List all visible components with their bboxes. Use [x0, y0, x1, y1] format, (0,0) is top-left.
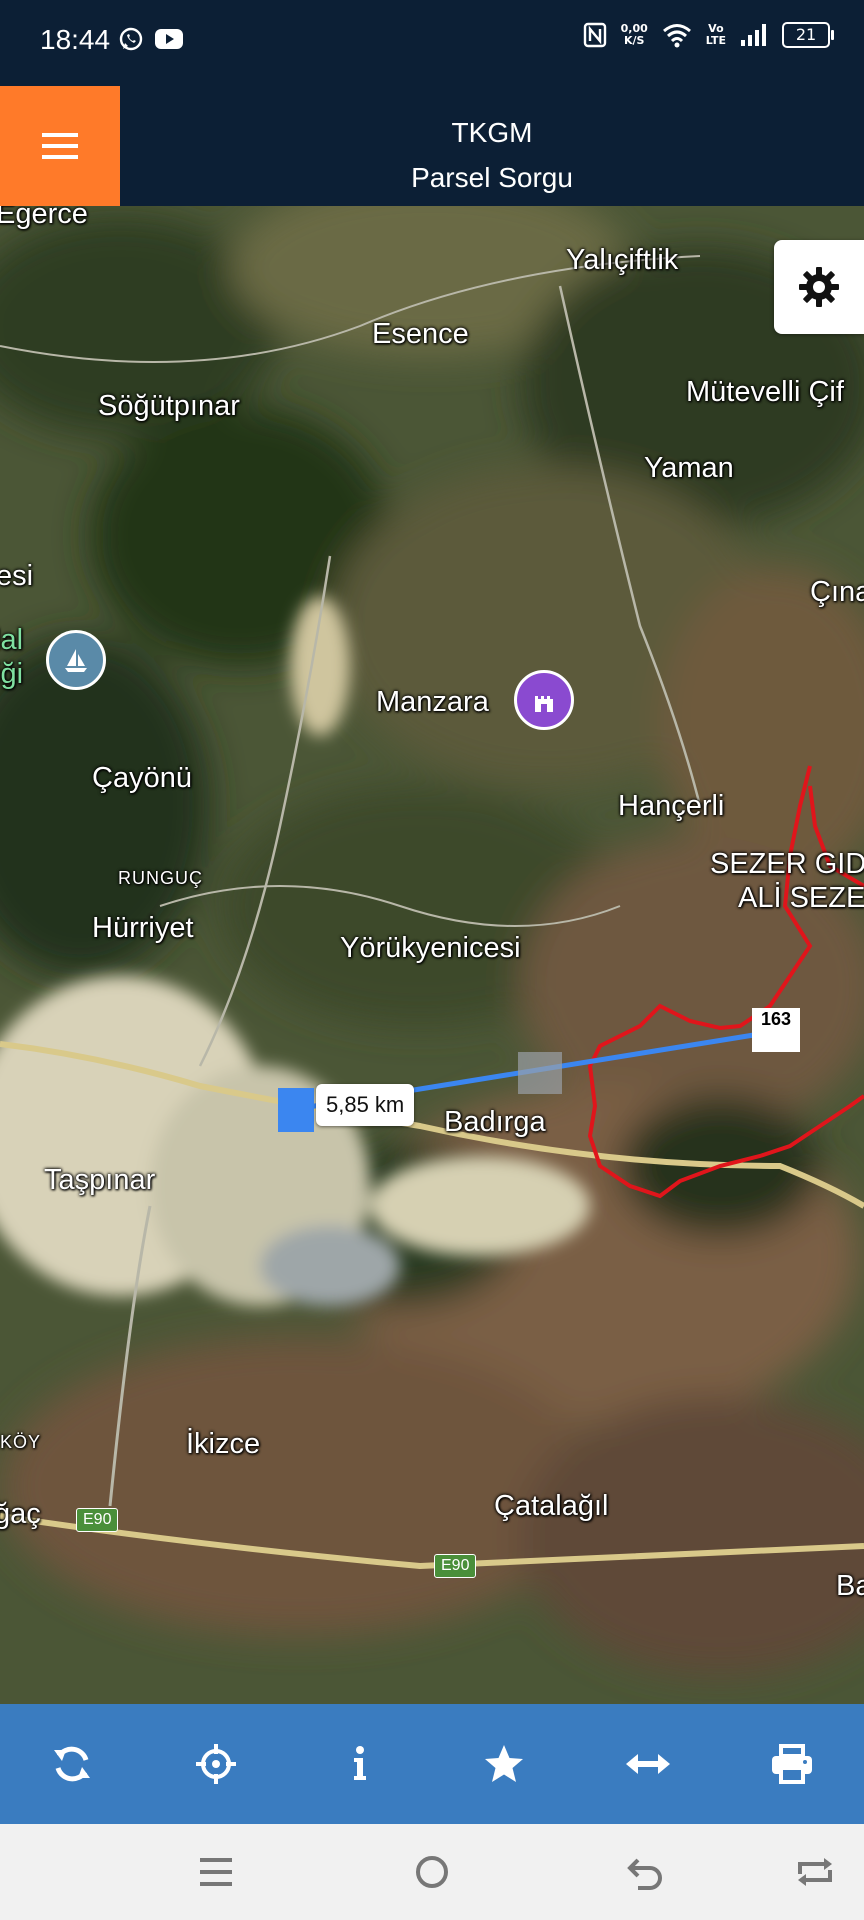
volte-icon: Vo LTE	[705, 22, 726, 47]
signal-icon	[741, 24, 766, 46]
star-icon	[485, 1745, 523, 1782]
sailboat-icon	[65, 649, 87, 672]
place-label: ALİ SEZE	[738, 882, 864, 914]
place-label: RUNGUÇ	[118, 868, 203, 888]
app-subtitle: Parsel Sorgu	[411, 162, 573, 193]
system-nav-bar	[0, 1824, 864, 1920]
place-label: Ba	[836, 1570, 864, 1602]
data-speed: 0,00 K/S	[620, 22, 648, 47]
map-settings-button[interactable]	[774, 240, 864, 334]
place-label: Mütevelli Çif	[686, 376, 844, 408]
poi-marker[interactable]	[46, 630, 106, 690]
place-label: Çına	[810, 576, 864, 608]
rotate-button[interactable]	[794, 1852, 836, 1896]
road-badge: E90	[76, 1508, 119, 1532]
refresh-icon	[54, 1746, 90, 1782]
locate-button[interactable]	[144, 1704, 288, 1824]
recent-apps-icon	[200, 1858, 232, 1886]
refresh-button[interactable]	[0, 1704, 144, 1824]
back-button[interactable]	[626, 1852, 666, 1896]
app-title: TKGM	[451, 117, 533, 148]
place-label: Çatalağıl	[494, 1490, 609, 1522]
place-label: Hürriyet	[92, 912, 194, 944]
poi-marker[interactable]	[514, 670, 574, 730]
favorite-button[interactable]	[432, 1704, 576, 1824]
info-icon	[354, 1746, 366, 1780]
place-label: SEZER GID	[710, 848, 864, 880]
youtube-icon	[155, 29, 183, 49]
place-label: İkizce	[186, 1428, 261, 1460]
battery-icon: 21	[782, 22, 834, 48]
printer-icon	[772, 1744, 812, 1784]
back-icon	[627, 1858, 662, 1890]
wifi-icon	[662, 24, 691, 48]
map-view[interactable]: Egerce Yalıçiftlik Esence Söğütpınar Müt…	[0, 206, 864, 1704]
bottom-toolbar	[0, 1704, 864, 1824]
menu-button[interactable]	[0, 86, 120, 206]
place-label: Söğütpınar	[98, 390, 240, 422]
measure-start-marker	[278, 1088, 314, 1132]
rotate-icon	[798, 1858, 832, 1886]
status-time: 18:44	[40, 24, 111, 55]
place-label: Taşpınar	[44, 1164, 156, 1196]
measure-button[interactable]	[576, 1704, 720, 1824]
distance-label: 5,85 km	[316, 1084, 415, 1126]
print-button[interactable]	[720, 1704, 864, 1824]
road-badge: E90	[434, 1554, 477, 1578]
place-label: Manzara	[376, 686, 489, 718]
whatsapp-icon	[119, 27, 143, 51]
place-label: Esence	[372, 318, 469, 350]
place-label: Yörükyenicesi	[340, 932, 521, 964]
place-label: Badırga	[444, 1106, 546, 1138]
place-label: iği	[0, 658, 24, 690]
place-label: lal	[0, 624, 24, 656]
castle-icon	[535, 696, 553, 712]
place-label: Yalıçiftlik	[566, 244, 679, 276]
place-label: İKÖY	[0, 1432, 42, 1452]
home-icon	[416, 1856, 448, 1888]
info-button[interactable]	[288, 1704, 432, 1824]
status-bar: 18:44 0,00 K/S Vo LTE 21	[0, 0, 864, 86]
nfc-icon	[583, 22, 606, 48]
parcel-number-label[interactable]: 163	[752, 1008, 800, 1052]
crosshair-icon	[196, 1744, 236, 1784]
place-label: Hançerli	[618, 790, 725, 822]
place-label: ğaç	[0, 1498, 41, 1530]
place-label: Egerce	[0, 206, 88, 230]
hamburger-icon	[42, 133, 78, 159]
place-label: esi	[0, 560, 34, 592]
place-label: Yaman	[644, 452, 734, 484]
home-button[interactable]	[412, 1852, 452, 1896]
gear-icon	[799, 267, 839, 307]
recent-apps-button[interactable]	[198, 1852, 234, 1896]
arrows-horizontal-icon	[626, 1754, 670, 1774]
place-label: Çayönü	[92, 762, 192, 794]
app-header: TKGM Parsel Sorgu	[0, 86, 864, 206]
